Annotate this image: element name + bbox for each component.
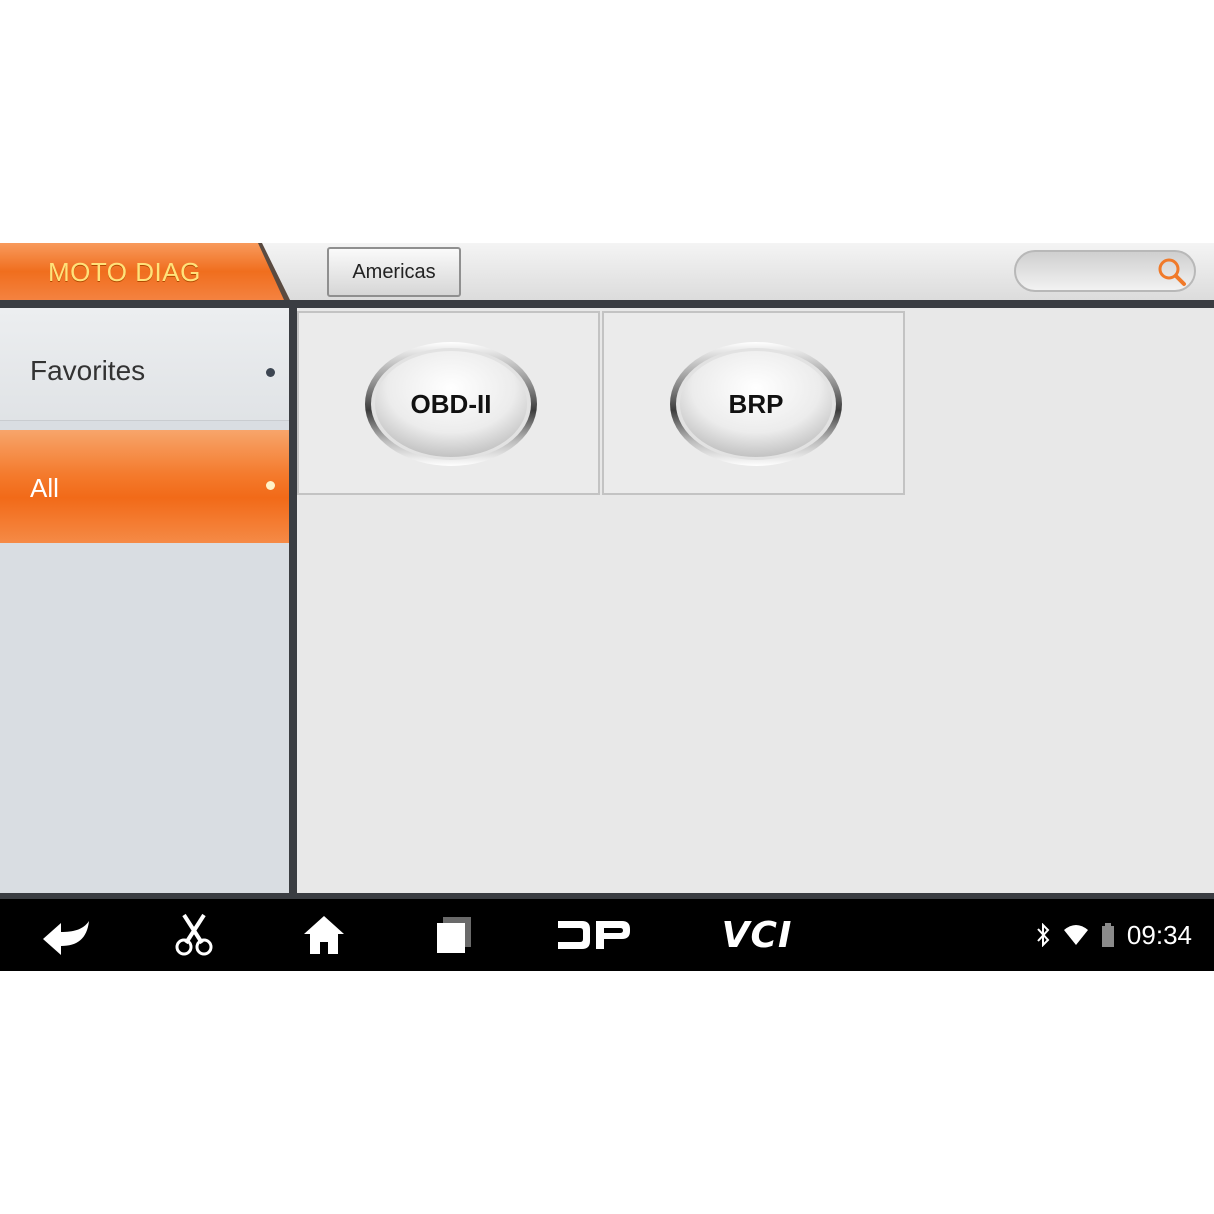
app-title: MOTO DIAG [48, 257, 201, 287]
vehicle-tile-obd2[interactable]: OBD-II [297, 311, 600, 495]
search-icon[interactable] [1156, 256, 1188, 288]
sidebar-item-label: Favorites [30, 355, 146, 386]
navigation-bar: VCI 09:34 [0, 899, 1214, 971]
sidebar-dot-indicator [266, 481, 275, 490]
sidebar-dot-indicator [266, 368, 275, 377]
top-bar: MOTO DIAG Americas [0, 243, 1214, 303]
vci-button[interactable]: VCI [712, 913, 802, 957]
app-title-tab: MOTO DIAG [0, 243, 290, 300]
screenshot-button[interactable] [168, 913, 220, 957]
home-icon [304, 916, 344, 954]
obd2-label: OBD-II [410, 388, 492, 419]
category-sidebar: Favorites All [0, 308, 289, 893]
vehicle-tile-brp[interactable]: BRP [602, 311, 905, 495]
home-button[interactable] [298, 913, 350, 957]
sidebar-item-all[interactable]: All [0, 430, 289, 543]
sidebar-item-favorites[interactable]: Favorites [0, 308, 289, 421]
app-screen: MOTO DIAG Americas Favorites All OBD-II … [0, 243, 1214, 971]
sidebar-item-label: All [30, 473, 59, 503]
vci-label: VCI [721, 914, 793, 956]
dp-logo-icon [558, 921, 630, 949]
back-button[interactable] [36, 913, 96, 957]
wifi-icon [1063, 925, 1088, 945]
dp-button[interactable] [554, 913, 634, 957]
search-input[interactable] [1014, 250, 1196, 292]
brp-label: BRP [728, 388, 784, 419]
battery-icon [1101, 923, 1114, 947]
brp-button[interactable]: BRP [668, 340, 844, 468]
status-area: 09:34 [1035, 917, 1192, 953]
recent-apps-icon [437, 917, 471, 953]
vehicle-grid: OBD-II BRP [297, 308, 1214, 893]
region-americas-button[interactable]: Americas [327, 247, 461, 297]
recent-apps-button[interactable] [428, 913, 478, 957]
bluetooth-icon [1037, 923, 1050, 947]
screenshot-scissors-icon [175, 913, 213, 956]
back-icon [43, 921, 89, 955]
status-clock: 09:34 [1126, 919, 1192, 950]
obd2-button[interactable]: OBD-II [363, 340, 539, 468]
